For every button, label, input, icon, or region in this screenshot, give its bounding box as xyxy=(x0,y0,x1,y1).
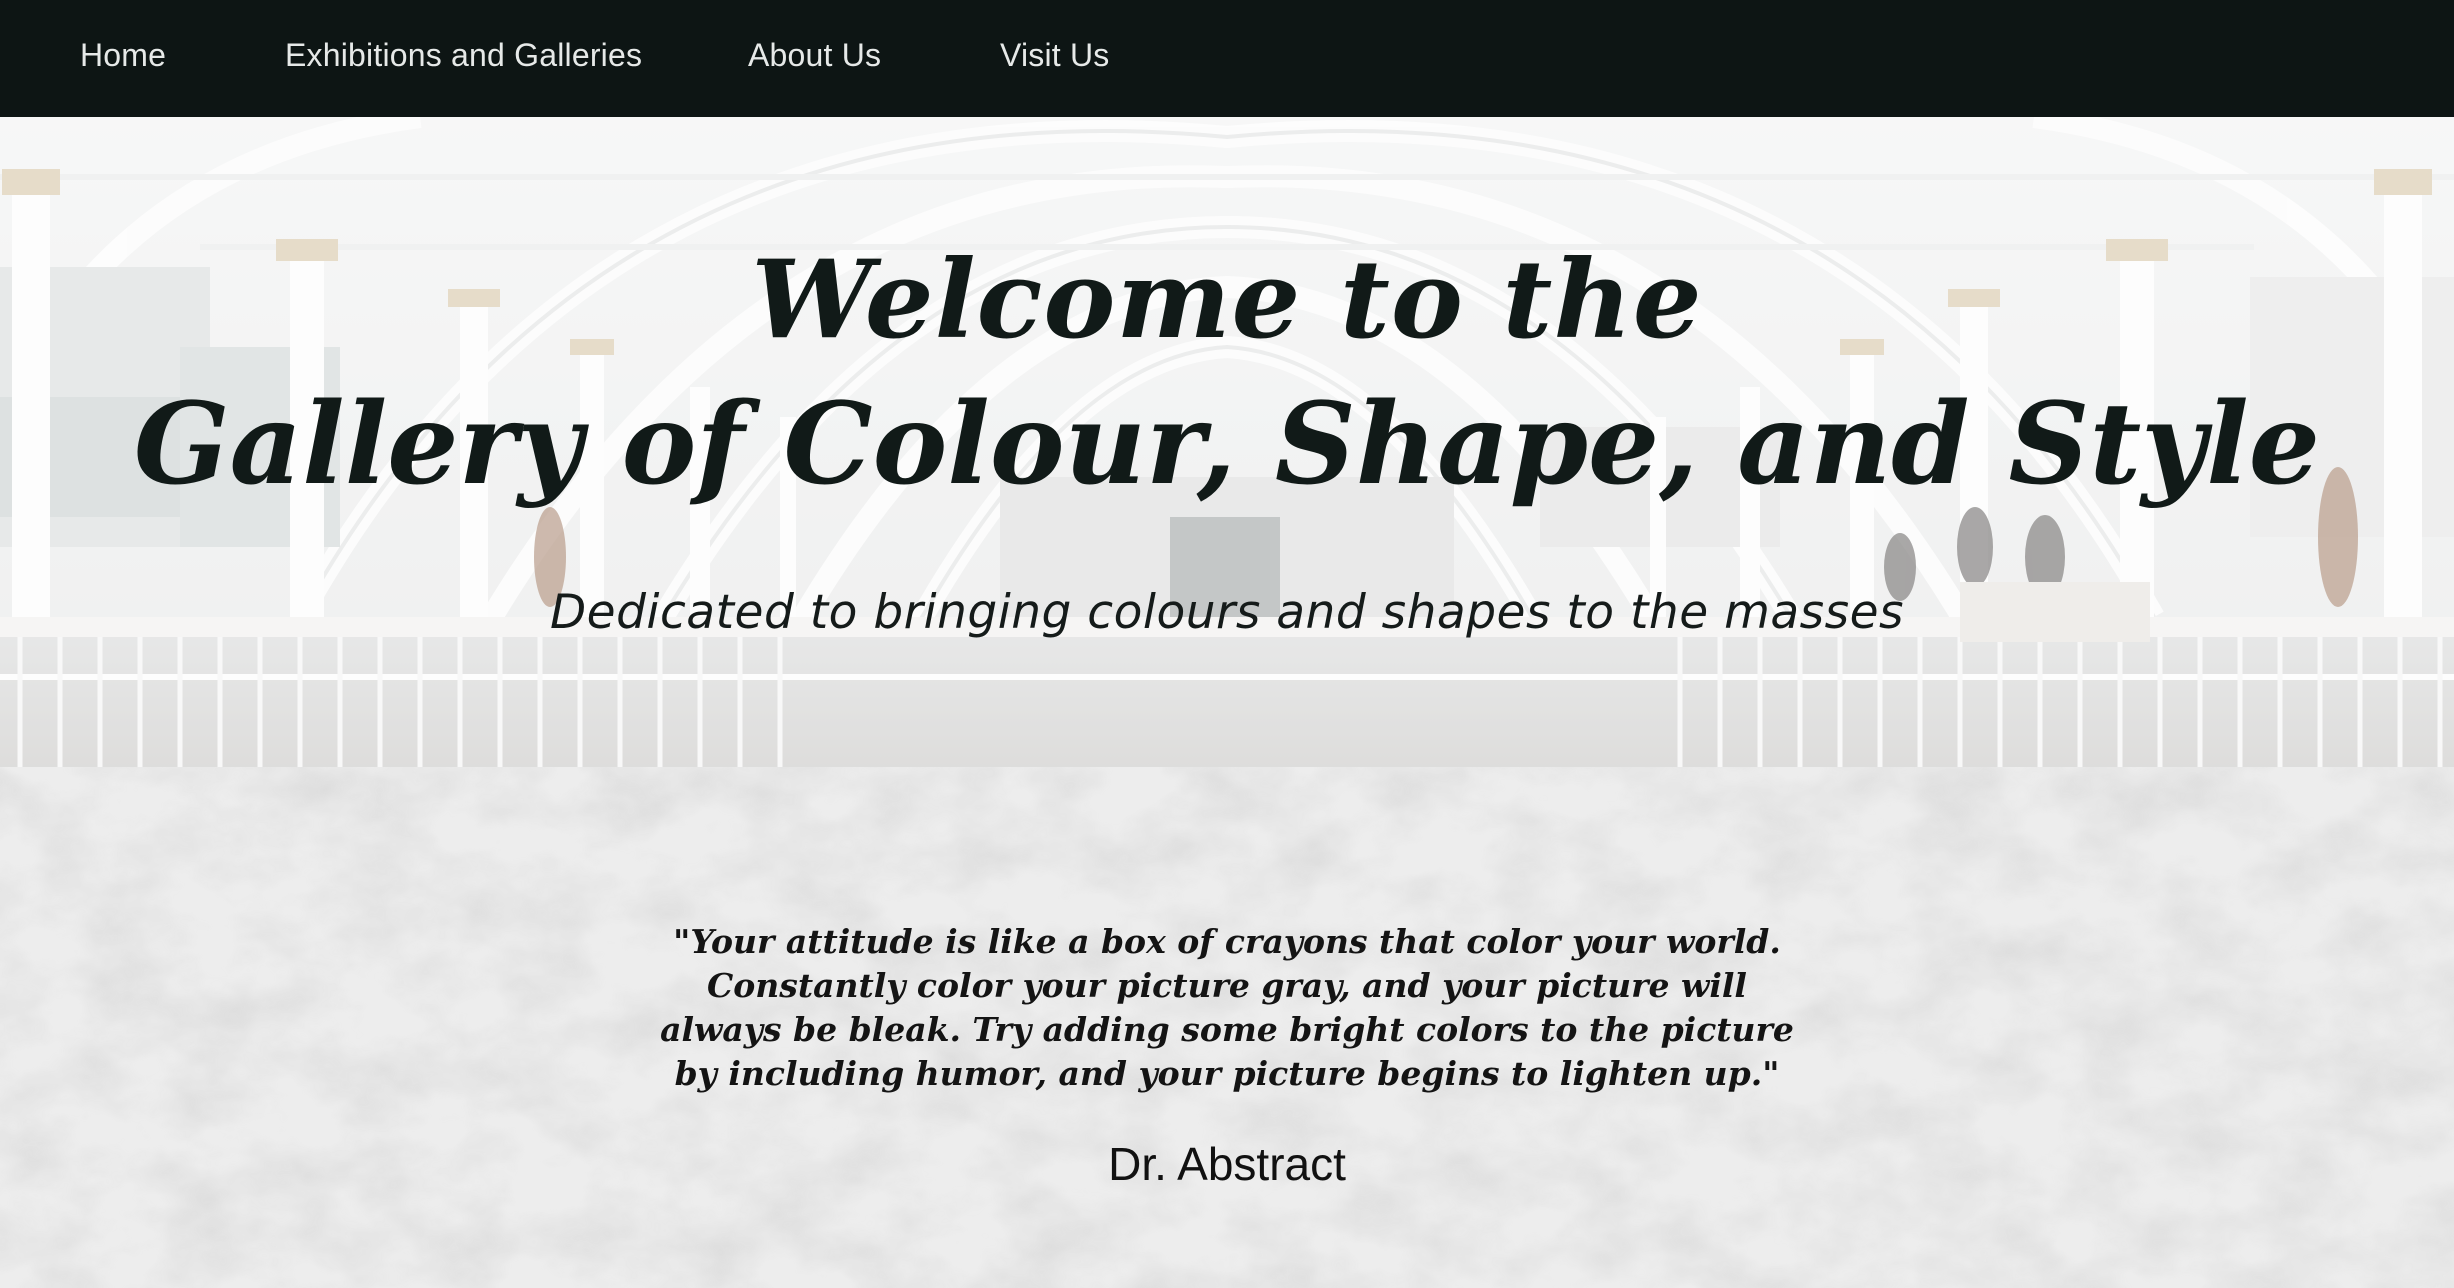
quote-author: Dr. Abstract xyxy=(1108,1138,1346,1190)
hero-banner: Welcome to the Gallery of Colour, Shape,… xyxy=(0,117,2454,767)
quote-line: Constantly color your picture gray, and … xyxy=(707,966,1747,1005)
hero-tagline: Dedicated to bringing colours and shapes… xyxy=(549,585,1905,640)
quote-text: "Your attitude is like a box of crayons … xyxy=(0,920,2454,1096)
nav-link-exhibitions[interactable]: Exhibitions and Galleries xyxy=(285,0,642,110)
quote-line: by including humor, and your picture beg… xyxy=(674,1054,1780,1093)
hero-title-line2: Gallery of Colour, Shape, and Style xyxy=(133,379,2321,510)
nav-link-about[interactable]: About Us xyxy=(748,0,881,110)
nav-link-home[interactable]: Home xyxy=(80,0,166,110)
quote-line: always be bleak. Try adding some bright … xyxy=(660,1010,1794,1049)
quote-line: "Your attitude is like a box of crayons … xyxy=(673,922,1781,961)
nav-link-visit[interactable]: Visit Us xyxy=(1000,0,1109,110)
hero-title-line1: Welcome to the xyxy=(751,237,1703,363)
main-nav: Home Exhibitions and Galleries About Us … xyxy=(0,0,2454,117)
quote-section: "Your attitude is like a box of crayons … xyxy=(0,767,2454,1288)
